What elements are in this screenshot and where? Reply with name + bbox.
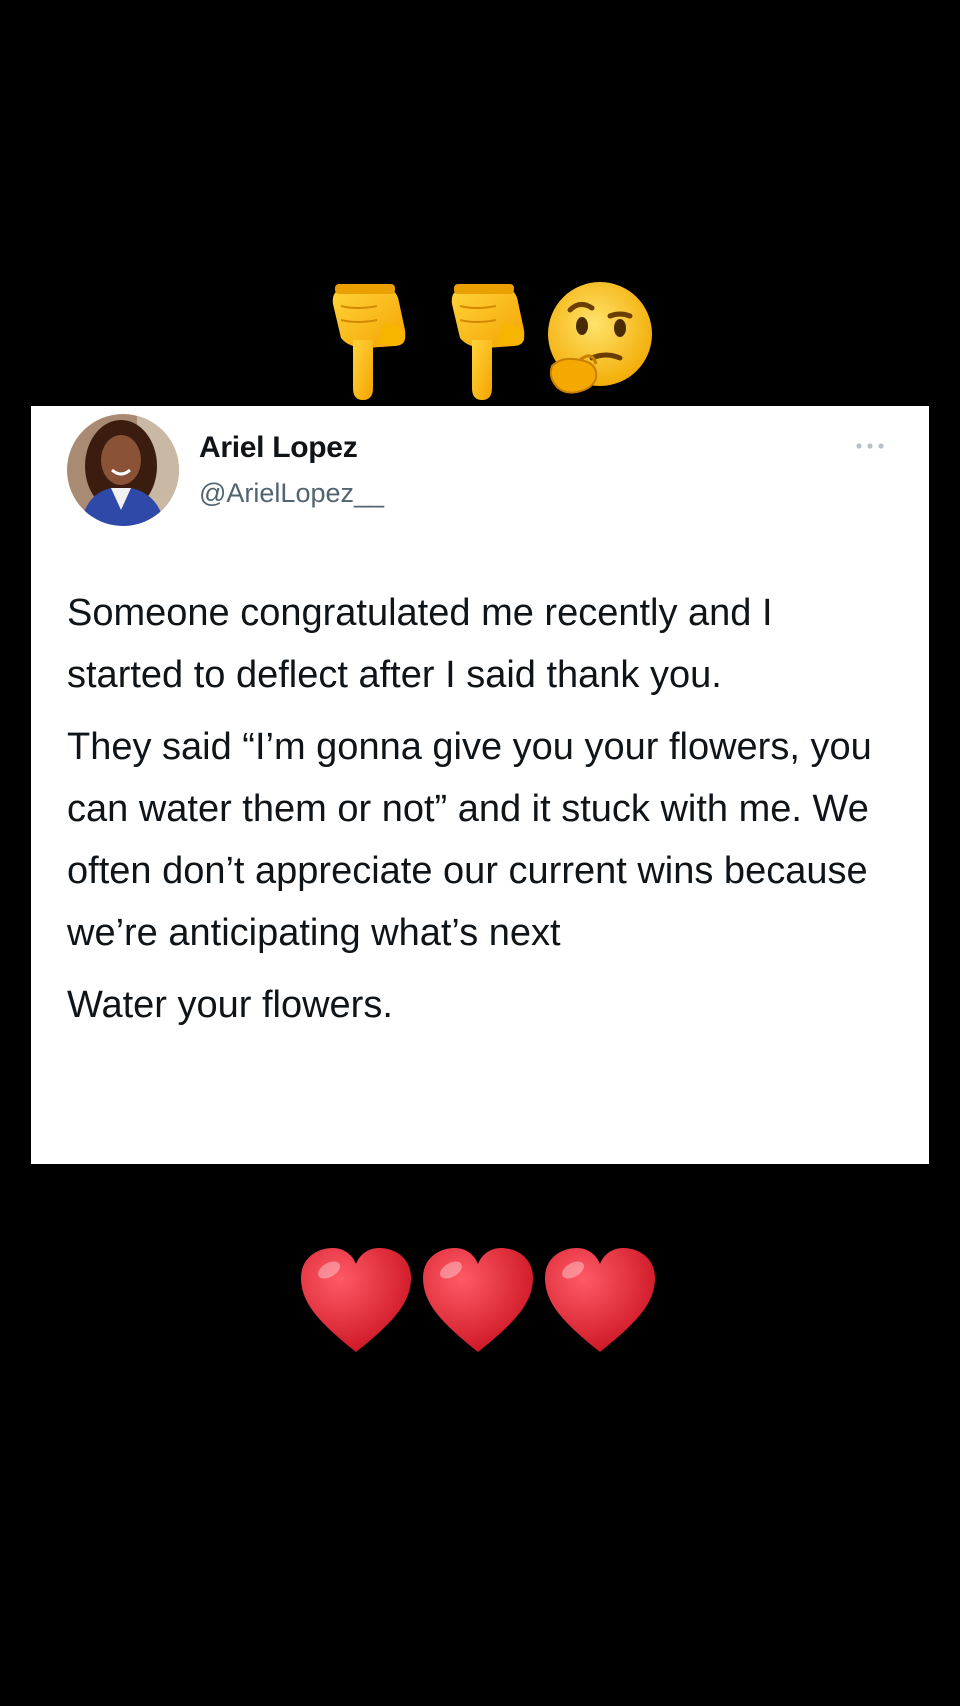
display-name[interactable]: Ariel Lopez bbox=[199, 431, 358, 465]
pointing-down-hand-icon bbox=[332, 284, 406, 400]
tweet-card: Ariel Lopez @ArielLopez__ Someone congra… bbox=[31, 406, 929, 1164]
avatar[interactable] bbox=[67, 414, 179, 526]
user-handle[interactable]: @ArielLopez__ bbox=[199, 478, 384, 509]
more-options-icon[interactable] bbox=[855, 442, 885, 450]
profile-photo-icon bbox=[67, 414, 179, 526]
thinking-face-icon bbox=[548, 282, 652, 394]
red-heart-icon bbox=[545, 1248, 655, 1352]
tweet-paragraph: Water your flowers. bbox=[67, 984, 393, 1026]
hearts-row bbox=[0, 1244, 960, 1364]
pointing-down-hand-icon bbox=[451, 284, 525, 400]
tweet-paragraph: They said “I’m gonna give you your flowe… bbox=[67, 726, 872, 954]
red-heart-icon bbox=[423, 1248, 533, 1352]
tweet-text: Someone congratulated me recently and I … bbox=[67, 582, 897, 1046]
red-heart-icon bbox=[301, 1248, 411, 1352]
tweet-paragraph: Someone congratulated me recently and I … bbox=[67, 592, 773, 696]
top-emoji-row bbox=[0, 270, 960, 410]
